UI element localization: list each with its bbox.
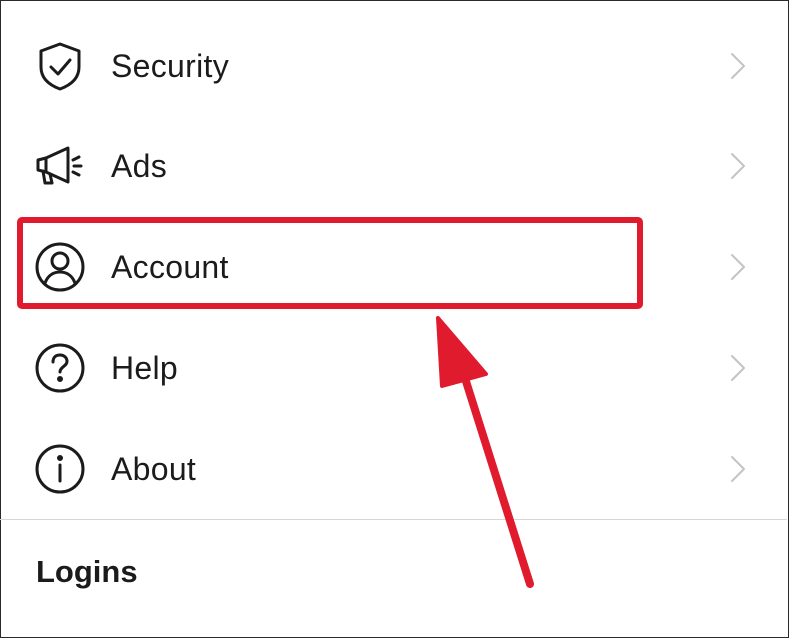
menu-item-help[interactable]: Help bbox=[0, 318, 787, 418]
info-circle-icon bbox=[32, 441, 88, 497]
menu-item-account[interactable]: Account bbox=[0, 217, 787, 317]
menu-item-label: Account bbox=[111, 249, 229, 285]
menu-item-label: Help bbox=[111, 350, 179, 386]
user-circle-icon bbox=[32, 239, 88, 295]
megaphone-icon bbox=[32, 138, 88, 194]
menu-item-security[interactable]: Security bbox=[0, 16, 787, 116]
menu-item-label: Ads bbox=[111, 148, 168, 184]
section-title-logins: Logins bbox=[36, 554, 138, 589]
shield-check-icon bbox=[32, 38, 88, 94]
menu-item-label: About bbox=[111, 451, 197, 487]
question-circle-icon bbox=[32, 340, 88, 396]
chevron-right-icon bbox=[728, 252, 748, 282]
chevron-right-icon bbox=[728, 454, 748, 484]
chevron-right-icon bbox=[728, 353, 748, 383]
menu-item-ads[interactable]: Ads bbox=[0, 116, 787, 216]
chevron-right-icon bbox=[728, 151, 748, 181]
chevron-right-icon bbox=[728, 51, 748, 81]
menu-item-label: Security bbox=[111, 48, 229, 84]
section-divider bbox=[0, 519, 787, 520]
menu-item-about[interactable]: About bbox=[0, 419, 787, 519]
